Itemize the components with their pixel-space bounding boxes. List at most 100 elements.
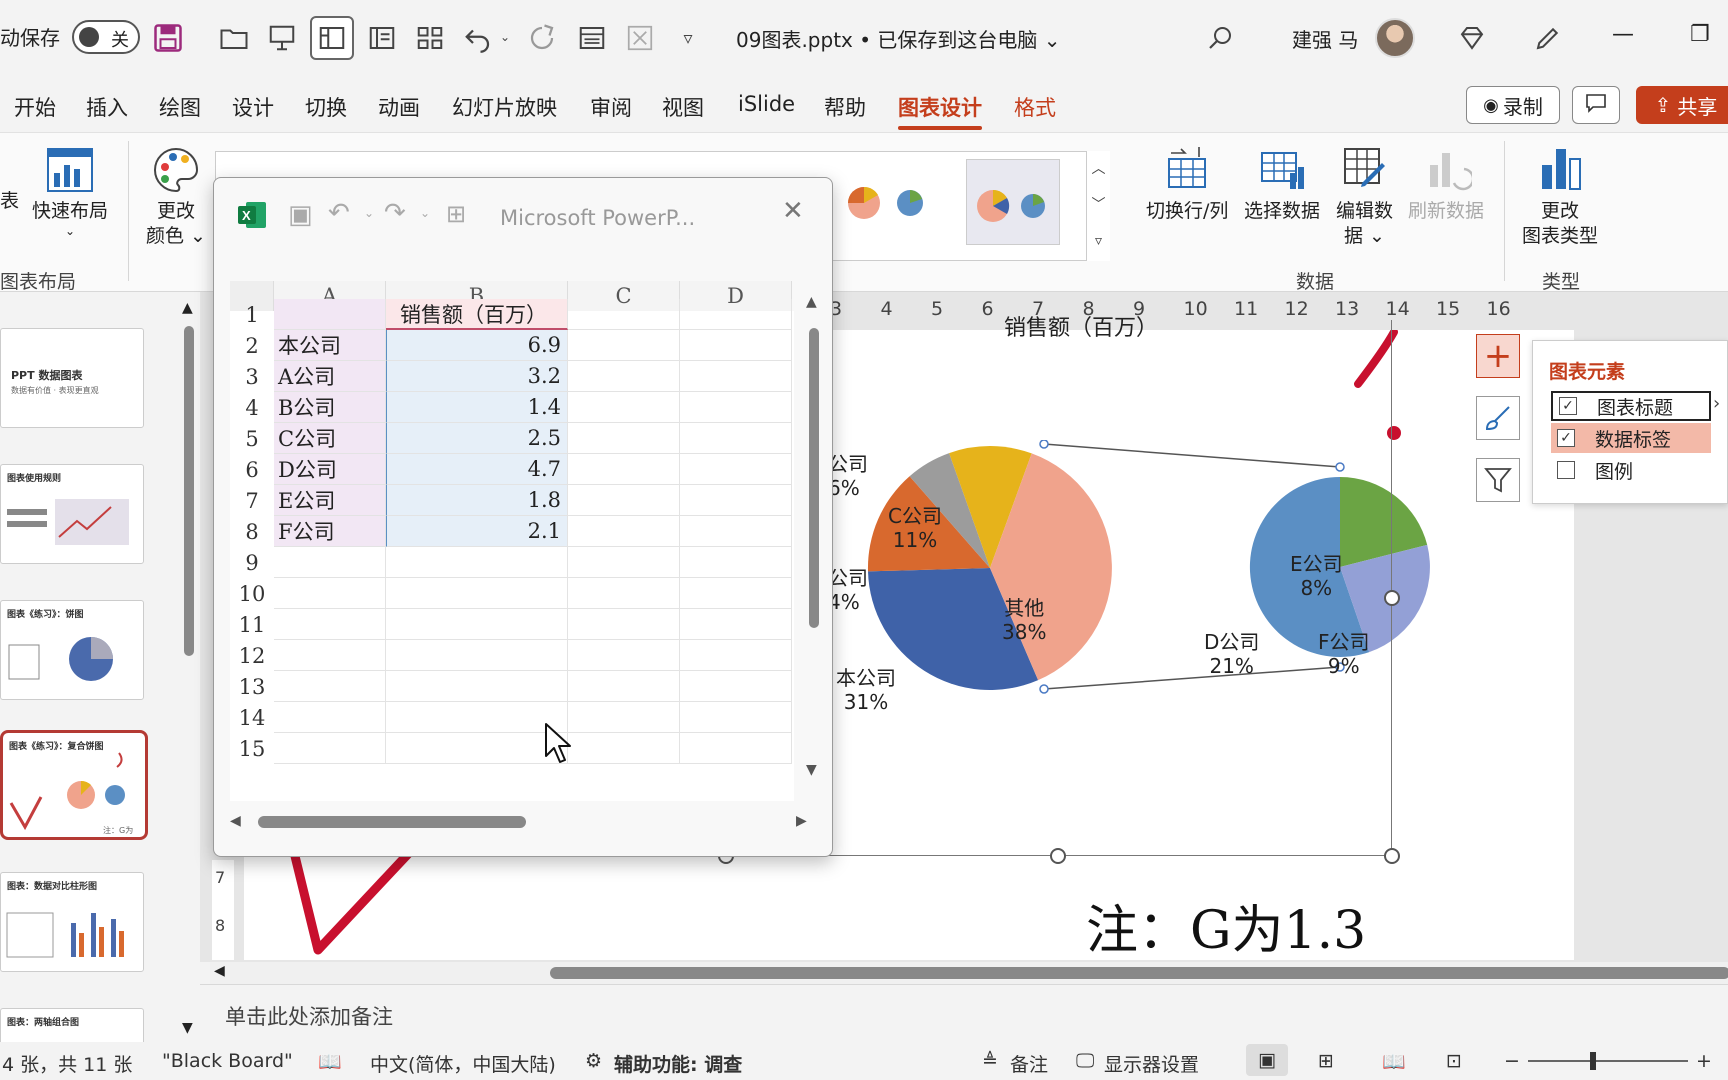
zoom-in-icon[interactable]: + [1696, 1050, 1712, 1072]
cell-a[interactable] [274, 671, 386, 702]
display-settings-icon[interactable]: 🖵 [1076, 1050, 1094, 1072]
row-header[interactable]: 11 [230, 609, 274, 640]
tab-insert[interactable]: 插入 [86, 92, 128, 122]
thumbnails-scrollbar[interactable]: ▲ ▼ [180, 300, 198, 1040]
zoom-slider-thumb[interactable] [1590, 1052, 1596, 1070]
chart-elements-button[interactable]: + [1476, 334, 1520, 378]
cell-d[interactable] [680, 578, 792, 609]
row-header[interactable]: 2 [230, 330, 274, 361]
cell-c[interactable] [568, 330, 680, 361]
normal-view-button[interactable]: ▣ [1246, 1044, 1288, 1076]
cell-c[interactable] [568, 671, 680, 702]
customize-toolbar-icon[interactable]: ▿ [670, 20, 706, 56]
slide-thumbnail-active[interactable]: 图表《练习》：复合饼图 注：G为1.3 [0, 730, 148, 840]
excel-undo-icon[interactable]: ↶ [328, 198, 350, 228]
cell-d[interactable] [680, 702, 792, 733]
checkbox-checked-icon[interactable]: ✓ [1559, 397, 1577, 415]
scroll-thumb[interactable] [184, 326, 194, 656]
redo-icon[interactable] [524, 20, 560, 56]
maximize-icon[interactable]: ❐ [1690, 22, 1710, 47]
scroll-thumb[interactable] [550, 967, 1728, 979]
row-header[interactable]: 14 [230, 702, 274, 733]
slide-thumbnail[interactable]: PPT 数据图表 数据有价值 · 表现更直观 [0, 328, 144, 428]
search-icon[interactable] [1202, 20, 1238, 56]
cell-a[interactable]: 本公司 [274, 330, 386, 361]
chart-filters-button[interactable] [1476, 458, 1520, 502]
spreadsheet-horizontal-scrollbar[interactable]: ◀ ▶ [230, 812, 810, 832]
row-header[interactable]: 8 [230, 516, 274, 547]
tab-islide[interactable]: iSlide [738, 92, 795, 116]
row-header[interactable]: 13 [230, 671, 274, 702]
cell-a[interactable] [274, 609, 386, 640]
tab-view[interactable]: 视图 [662, 92, 704, 122]
chart-title-option[interactable]: ✓ 图表标题 [1551, 391, 1711, 421]
checkbox-checked-icon[interactable]: ✓ [1557, 429, 1575, 447]
cell-b[interactable] [386, 733, 568, 764]
comments-button[interactable] [1572, 86, 1620, 124]
cell-c[interactable] [568, 733, 680, 764]
save-icon[interactable] [150, 20, 186, 56]
excel-data-window[interactable]: X ▣ ↶ ⌄ ↷ ⌄ ⊞ Microsoft PowerP... ✕ A B … [213, 177, 833, 857]
zoom-slider[interactable] [1528, 1052, 1688, 1070]
row-header[interactable]: 12 [230, 640, 274, 671]
chart-style-thumbnail[interactable] [840, 169, 940, 239]
tab-slideshow[interactable]: 幻灯片放映 [452, 92, 557, 122]
outline-view-icon[interactable] [364, 20, 400, 56]
row-header[interactable]: 7 [230, 485, 274, 516]
diamond-icon[interactable] [1454, 20, 1490, 56]
cell-a[interactable] [274, 547, 386, 578]
minimize-icon[interactable]: — [1612, 22, 1634, 47]
cell-a[interactable]: E公司 [274, 485, 386, 516]
row-header[interactable]: 6 [230, 454, 274, 485]
cell-b[interactable]: 销售额（百万） [386, 299, 568, 330]
chart-style-thumbnail-selected[interactable] [966, 159, 1060, 245]
slide-thumbnail[interactable]: 图表《练习》：饼图 [0, 600, 144, 700]
document-title[interactable]: 09图表.pptx • 已保存到这台电脑 ⌄ [736, 24, 1061, 53]
change-chart-type-button[interactable]: 更改 图表类型 [1522, 143, 1598, 248]
cell-d[interactable] [680, 733, 792, 764]
slide-count[interactable]: 4 张，共 11 张 [2, 1050, 132, 1077]
scroll-down-icon[interactable]: ▼ [182, 1020, 193, 1036]
cell-c[interactable] [568, 702, 680, 733]
add-chart-element-button[interactable]: 表 [0, 189, 19, 214]
accessibility-status[interactable]: 辅助功能: 调查 [614, 1050, 742, 1077]
present-from-start-icon[interactable] [264, 20, 300, 56]
tab-animations[interactable]: 动画 [378, 92, 420, 122]
tab-chart-design[interactable]: 图表设计 [898, 92, 982, 130]
cell-a[interactable] [274, 299, 386, 330]
cell-c[interactable] [568, 361, 680, 392]
data-labels-option[interactable]: ✓ 数据标签 [1551, 423, 1711, 453]
row-header[interactable]: 3 [230, 361, 274, 392]
checkbox-unchecked-icon[interactable] [1557, 461, 1575, 479]
cell-b[interactable] [386, 578, 568, 609]
change-colors-button[interactable]: 更改 颜色 ⌄ [146, 145, 206, 248]
open-folder-icon[interactable] [216, 20, 252, 56]
cell-d[interactable] [680, 454, 792, 485]
switch-row-column-button[interactable]: 切换行/列 [1146, 143, 1228, 224]
cell-d[interactable] [680, 330, 792, 361]
tab-design[interactable]: 设计 [232, 92, 274, 122]
cell-b[interactable]: 2.1 [386, 516, 568, 547]
cell-d[interactable] [680, 609, 792, 640]
reading-view-button[interactable]: 📖 [1382, 1050, 1406, 1073]
notes-button[interactable]: 备注 [1010, 1050, 1048, 1077]
notes-icon[interactable]: ≜ [982, 1050, 998, 1072]
cell-b[interactable] [386, 640, 568, 671]
cell-d[interactable] [680, 485, 792, 516]
scroll-thumb[interactable] [809, 328, 819, 628]
cell-b[interactable]: 2.5 [386, 423, 568, 454]
gallery-down-icon[interactable]: ﹀ [1087, 187, 1110, 223]
slide-sorter-icon[interactable] [412, 20, 448, 56]
cell-d[interactable] [680, 640, 792, 671]
select-data-button[interactable]: 选择数据 [1244, 143, 1320, 224]
slide-horizontal-scrollbar[interactable]: ◀ [210, 962, 1728, 984]
cell-c[interactable] [568, 547, 680, 578]
resize-handle[interactable] [1050, 848, 1066, 864]
normal-view-icon[interactable] [310, 16, 354, 60]
cell-d[interactable] [680, 547, 792, 578]
cell-c[interactable] [568, 578, 680, 609]
resize-handle[interactable] [1384, 848, 1400, 864]
tab-format[interactable]: 格式 [1014, 92, 1056, 122]
cell-a[interactable]: A公司 [274, 361, 386, 392]
scroll-right-icon[interactable]: ▶ [796, 813, 807, 829]
